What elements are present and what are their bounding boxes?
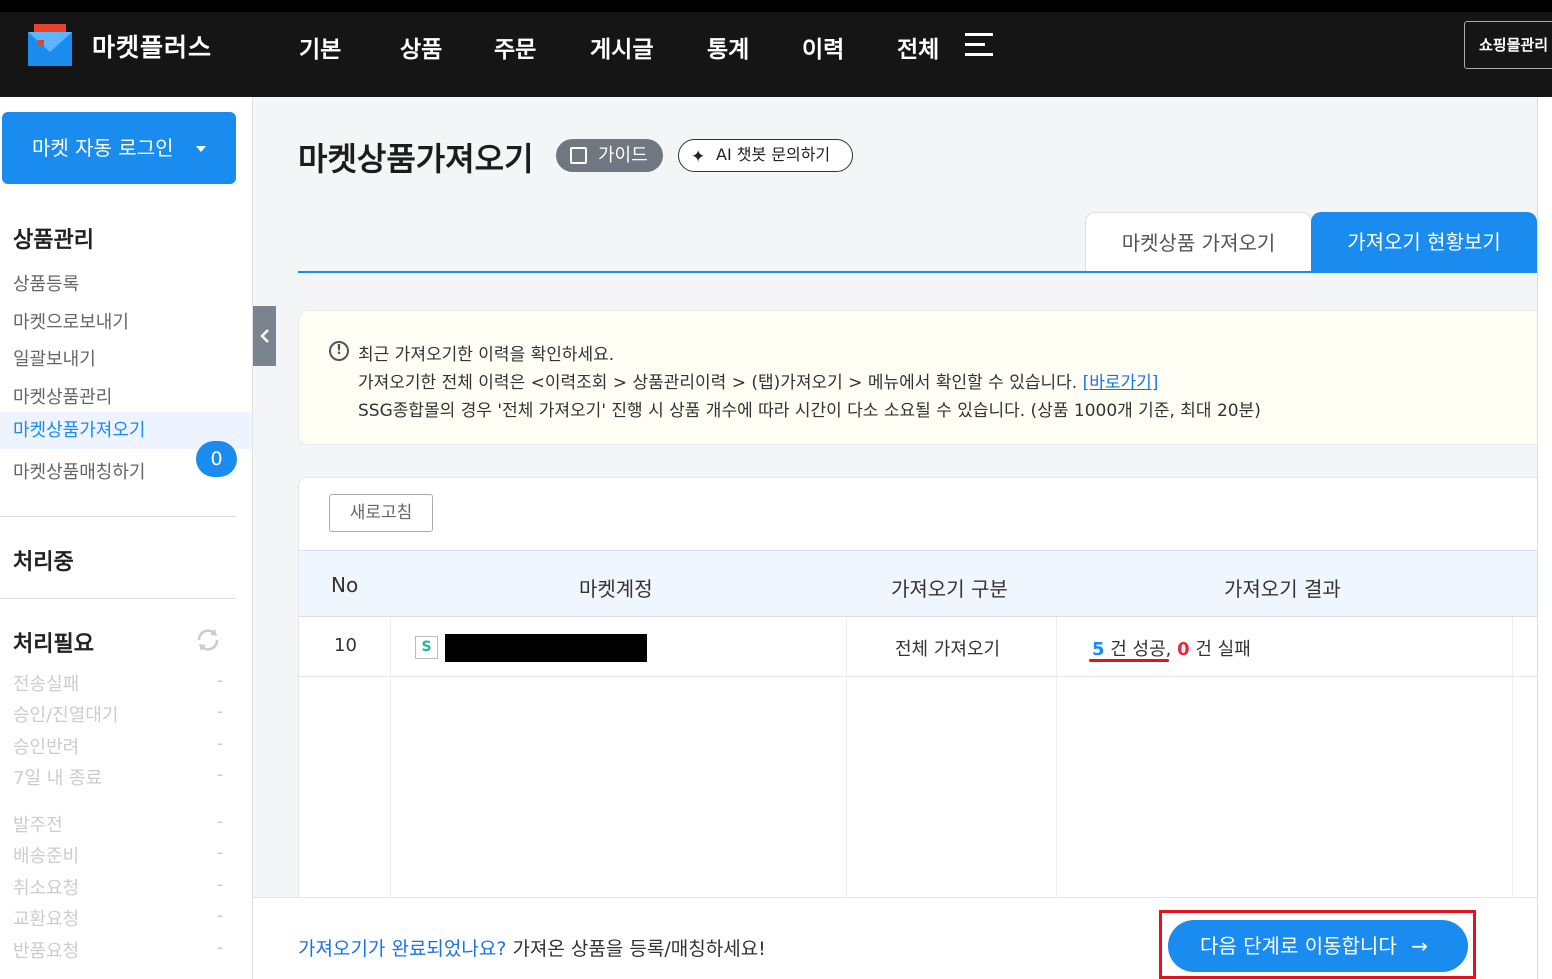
page-title: 마켓상품가져오기	[298, 140, 534, 178]
row-no: 10	[334, 635, 357, 656]
footer-message: 가져오기가 완료되었나요? 가져온 상품을 등록/매칭하세요!	[298, 934, 766, 961]
stat-ending-7days[interactable]: 7일 내 종료 -	[13, 764, 223, 790]
sparkle-icon: ✦	[691, 147, 706, 167]
footer-question: 가져오기가 완료되었나요?	[298, 938, 507, 960]
fail-count: 0	[1177, 639, 1190, 660]
auto-login-button[interactable]: 마켓 자동 로그인	[2, 112, 236, 184]
top-border	[0, 0, 1552, 12]
highlight-underline	[1089, 659, 1169, 662]
stat-approval-rejected[interactable]: 승인반려 -	[13, 733, 223, 759]
sidebar-item-market-product-manage[interactable]: 마켓상품관리	[13, 383, 112, 409]
sidebar: 마켓 자동 로그인 상품관리 상품등록 마켓으로보내기 일괄보내기 마켓상품관리…	[0, 97, 253, 979]
success-count: 5	[1092, 639, 1105, 660]
stat-approval-waiting[interactable]: 승인/진열대기 -	[13, 701, 223, 727]
stat-return-request[interactable]: 반품요청 -	[13, 937, 223, 963]
highlight-box	[1159, 910, 1476, 979]
ssg-market-icon: S	[415, 636, 438, 659]
redacted-account	[445, 634, 647, 662]
nav-stats[interactable]: 통계	[707, 30, 749, 64]
stat-before-order[interactable]: 발주전 -	[13, 811, 223, 837]
ai-chatbot-label: AI 챗봇 문의하기	[716, 145, 831, 164]
guide-label: 가이드	[598, 145, 648, 166]
sidebar-collapse-button[interactable]	[253, 306, 276, 366]
table-row[interactable]: 10 S 전체 가져오기 5 건 성공, 0 건 실패	[299, 617, 1552, 677]
caret-down-icon	[196, 146, 206, 152]
stat-exchange-request[interactable]: 교환요청 -	[13, 905, 223, 931]
exclamation-icon: !	[329, 341, 349, 361]
divider	[0, 516, 236, 517]
marketplus-logo-icon[interactable]	[28, 22, 72, 66]
stat-cancel-request[interactable]: 취소요청 -	[13, 874, 223, 900]
notice-line-1: 최근 가져오기한 이력을 확인하세요.	[358, 345, 615, 365]
nav-posts[interactable]: 게시글	[590, 30, 653, 64]
row-import-type: 전체 가져오기	[895, 639, 1001, 660]
right-scroll-edge[interactable]	[1537, 97, 1552, 979]
tab-market-product-import[interactable]: 마켓상품 가져오기	[1085, 212, 1312, 272]
notice-line-3: SSG종합몰의 경우 '전체 가져오기' 진행 시 상품 개수에 따라 시간이 …	[358, 401, 1261, 421]
notice-box: ! 최근 가져오기한 이력을 확인하세요. 가져오기한 전체 이력은 <이력조회…	[298, 310, 1552, 445]
nav-product[interactable]: 상품	[400, 30, 442, 64]
divider	[0, 598, 236, 599]
sidebar-item-bulk-send[interactable]: 일괄보내기	[13, 345, 96, 371]
stat-shipping-prep[interactable]: 배송준비 -	[13, 842, 223, 868]
column-market-account: 마켓계정	[579, 577, 653, 601]
product-section-title: 상품관리	[13, 228, 94, 253]
row-import-result[interactable]: 5 건 성공, 0 건 실패	[1092, 635, 1251, 661]
tab-underline	[298, 271, 1552, 273]
nav-order[interactable]: 주문	[494, 30, 536, 64]
import-history-panel: 새로고침 No 마켓계정 가져오기 구분 가져오기 결과 10 S 전체 가져오…	[298, 477, 1552, 917]
notice-line-2: 가져오기한 전체 이력은 <이력조회 > 상품관리이력 > (탭)가져오기 > …	[358, 373, 1159, 393]
stat-send-failed[interactable]: 전송실패 -	[13, 670, 223, 696]
column-no: No	[331, 573, 359, 597]
processing-label: 처리중	[13, 550, 74, 575]
refresh-button[interactable]: 새로고침	[329, 494, 433, 532]
needs-action-label: 처리필요	[13, 632, 94, 657]
ai-chatbot-button[interactable]: ✦ AI 챗봇 문의하기	[678, 139, 853, 172]
refresh-icon[interactable]	[195, 627, 221, 653]
brand-name[interactable]: 마켓플러스	[92, 28, 212, 64]
shortcut-link[interactable]: [바로가기]	[1083, 373, 1159, 393]
footer-hint: 가져온 상품을 등록/매칭하세요!	[506, 938, 766, 960]
column-import-result: 가져오기 결과	[1224, 577, 1341, 601]
sidebar-item-product-register[interactable]: 상품등록	[13, 270, 79, 296]
nav-history[interactable]: 이력	[802, 30, 844, 64]
processing-count-badge[interactable]: 0	[196, 441, 237, 477]
chevron-left-icon	[259, 329, 269, 343]
auto-login-label: 마켓 자동 로그인	[32, 136, 174, 160]
table-header: No 마켓계정 가져오기 구분 가져오기 결과	[299, 550, 1552, 617]
tab-import-status[interactable]: 가져오기 현황보기	[1311, 212, 1537, 272]
sidebar-item-market-product-matching[interactable]: 마켓상품매칭하기	[13, 458, 145, 484]
top-navigation-bar: 마켓플러스 기본 상품 주문 게시글 통계 이력 전체 쇼핑몰관리	[0, 0, 1552, 97]
shop-admin-button[interactable]: 쇼핑몰관리	[1464, 21, 1552, 69]
sidebar-item-send-to-market[interactable]: 마켓으로보내기	[13, 308, 129, 334]
column-import-type: 가져오기 구분	[891, 577, 1008, 601]
guide-button[interactable]: 가이드	[556, 139, 663, 172]
nav-basic[interactable]: 기본	[299, 30, 341, 64]
nav-all[interactable]: 전체	[897, 30, 939, 64]
book-icon	[570, 147, 587, 164]
menu-icon[interactable]	[965, 33, 993, 57]
